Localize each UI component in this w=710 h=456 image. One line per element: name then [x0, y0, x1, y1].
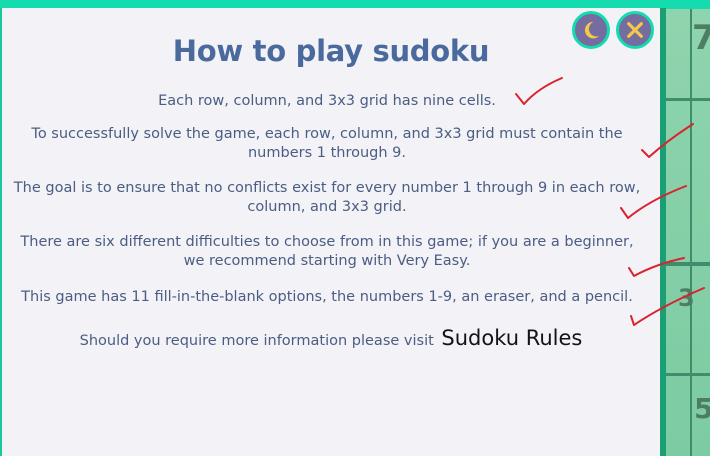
moon-icon	[584, 21, 600, 39]
sudoku-rules-link[interactable]: Sudoku Rules	[441, 326, 582, 350]
grid-line	[660, 262, 710, 266]
more-info-text: Should you require more information plea…	[79, 333, 434, 349]
bg-digit-5: 5	[694, 392, 710, 425]
rule-nine-cells: Each row, column, and 3x3 grid has nine …	[158, 93, 496, 109]
background-sudoku-board: 7 3 5	[660, 0, 710, 456]
theme-toggle-button[interactable]	[572, 11, 610, 49]
rule-numbers-one-to-nine: To successfully solve the game, each row…	[31, 126, 623, 161]
grid-line	[660, 98, 710, 101]
rule-no-conflicts: The goal is to ensure that no conflicts …	[13, 180, 641, 215]
close-button[interactable]	[616, 11, 654, 49]
grid-line	[660, 373, 710, 376]
rule-difficulties: There are six different difficulties to …	[20, 234, 634, 269]
rule-input-options: This game has 11 fill-in-the-blank optio…	[21, 289, 633, 305]
bg-digit-3: 3	[678, 284, 695, 312]
grid-line	[690, 0, 692, 456]
bg-digit-7: 7	[692, 18, 710, 58]
how-to-play-modal: How to play sudoku Each row, column, and…	[0, 8, 666, 456]
more-info-line: Should you require more information plea…	[2, 326, 660, 350]
modal-title: How to play sudoku	[172, 34, 490, 68]
close-icon	[627, 22, 643, 38]
